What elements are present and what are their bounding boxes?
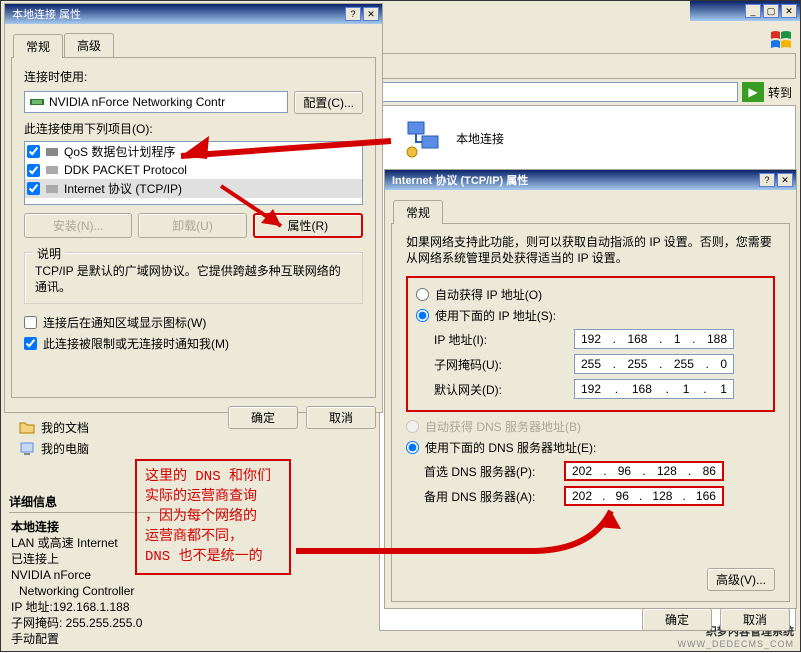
desc-header: 说明 [33, 245, 65, 262]
intro-text: 如果网络支持此功能，则可以获取自动指派的 IP 设置。否则，您需要从网络系统管理… [406, 234, 775, 266]
mask-label: 子网掩码(U): [434, 356, 574, 373]
dialog2-title: Internet 协议 (TCP/IP) 属性 [388, 172, 757, 188]
install-button[interactable]: 安装(N)... [24, 213, 132, 238]
checkbox[interactable] [27, 145, 40, 158]
help-button[interactable]: ? [345, 7, 361, 21]
close-button[interactable]: ✕ [781, 4, 797, 18]
dialog1-titlebar[interactable]: 本地连接 属性 ? ✕ [5, 4, 382, 24]
close-button[interactable]: ✕ [363, 7, 379, 21]
notify-check[interactable]: 连接后在通知区域显示图标(W) [24, 314, 363, 331]
go-label: 转到 [768, 84, 796, 101]
auto-dns-radio: 自动获得 DNS 服务器地址(B) [406, 418, 775, 435]
protocol-icon [44, 162, 60, 178]
detail-device2: Networking Controller [11, 583, 237, 599]
manual-ip-radio[interactable]: 使用下面的 IP 地址(S): [416, 307, 765, 324]
adapter-name: NVIDIA nForce Networking Contr [49, 95, 225, 109]
help-button[interactable]: ? [759, 173, 775, 187]
sidebar-item-mycomputer[interactable]: 我的电脑 [15, 438, 235, 459]
checkbox[interactable] [27, 164, 40, 177]
dns1-input[interactable]: 202.96.128.86 [564, 461, 724, 481]
windows-logo-icon [770, 30, 792, 50]
ok-button[interactable]: 确定 [228, 406, 298, 429]
protocol-item-tcpip[interactable]: Internet 协议 (TCP/IP) [25, 179, 362, 198]
detail-assign: 手动配置 [11, 631, 237, 647]
limited-check[interactable]: 此连接被限制或无连接时通知我(M) [24, 335, 363, 352]
desc-text: TCP/IP 是默认的广域网协议。它提供跨越多种互联网络的通讯。 [35, 263, 352, 295]
connect-using-label: 连接时使用: [24, 68, 363, 85]
detail-mask: 子网掩码: 255.255.255.0 [11, 615, 237, 631]
tab-advanced[interactable]: 高级 [64, 33, 114, 57]
checkbox[interactable] [27, 182, 40, 195]
ok-button[interactable]: 确定 [642, 608, 712, 631]
advanced-button[interactable]: 高级(V)... [707, 568, 775, 591]
maximize-button[interactable]: ▢ [763, 4, 779, 18]
configure-button[interactable]: 配置(C)... [294, 91, 363, 114]
network-connection-icon [404, 118, 444, 158]
sidebar-label: 我的电脑 [41, 440, 89, 457]
adapter-icon [29, 94, 45, 110]
mask-input[interactable]: 255.255.255.0 [574, 354, 734, 374]
computer-icon [19, 441, 35, 457]
close-button[interactable]: ✕ [777, 173, 793, 187]
tab-general[interactable]: 常规 [13, 34, 63, 58]
tab-general[interactable]: 常规 [393, 200, 443, 224]
dns1-label: 首选 DNS 服务器(P): [424, 463, 564, 480]
dialog2-titlebar[interactable]: Internet 协议 (TCP/IP) 属性 ? ✕ [385, 170, 796, 190]
arrow-annotation-icon [211, 181, 301, 241]
gw-label: 默认网关(D): [434, 381, 574, 398]
footer-url: WWW_DEDECMS_COM [678, 639, 795, 649]
manual-dns-radio[interactable]: 使用下面的 DNS 服务器地址(E): [406, 439, 775, 456]
ip-input[interactable]: 192.168.1.188 [574, 329, 734, 349]
go-button[interactable]: ▶ [742, 82, 764, 102]
annotation-box: 这里的 DNS 和你们 实际的运营商查询 ，因为每个网络的 运营商都不同， DN… [135, 459, 291, 575]
minimize-button[interactable]: _ [745, 4, 761, 18]
detail-ip: IP 地址:192.168.1.188 [11, 599, 237, 615]
protocol-icon [44, 144, 60, 160]
ip-label: IP 地址(I): [434, 331, 574, 348]
cancel-button[interactable]: 取消 [306, 406, 376, 429]
auto-ip-radio[interactable]: 自动获得 IP 地址(O) [416, 286, 765, 303]
protocol-icon [44, 181, 60, 197]
gw-input[interactable]: 192.168.1.1 [574, 379, 734, 399]
connection-name[interactable]: 本地连接 [456, 130, 504, 147]
dialog1-title: 本地连接 属性 [8, 6, 343, 22]
arrow-annotation-icon [291, 481, 641, 561]
cancel-button[interactable]: 取消 [720, 608, 790, 631]
arrow-annotation-icon [131, 121, 401, 181]
